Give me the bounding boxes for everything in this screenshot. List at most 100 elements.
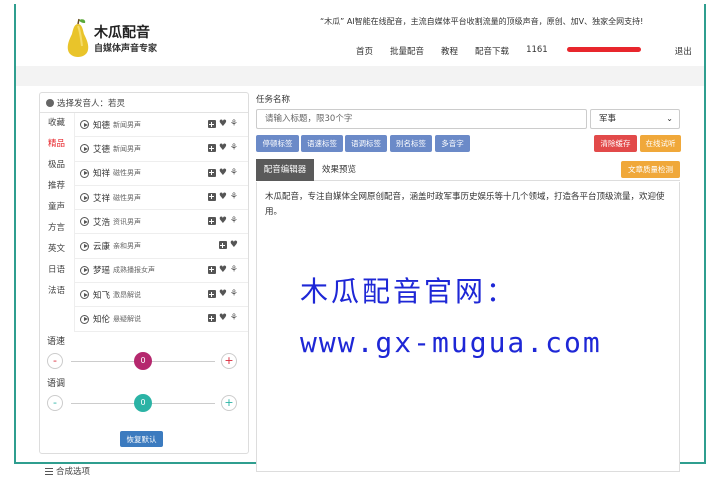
voice-item[interactable]: 知祥 磁性男声 ♥ ⚘ [75, 162, 248, 186]
title-input[interactable] [256, 109, 587, 129]
add-icon[interactable] [207, 290, 216, 299]
editor-tabs: 配音编辑器 效果预览 文章质量检测 [256, 159, 680, 181]
voice-name: 梦瑶 [93, 266, 111, 277]
sprout-icon[interactable]: ⚘ [230, 144, 238, 153]
brand-subtitle: 自媒体声音专家 [94, 44, 158, 54]
voice-description: 激昂解说 [113, 290, 142, 299]
nav-tutorial[interactable]: 教程 [441, 45, 458, 57]
nav-home[interactable]: 首页 [356, 45, 373, 57]
category-japanese[interactable]: 日语 [40, 260, 73, 281]
add-icon[interactable] [207, 192, 216, 201]
sprout-icon[interactable]: ⚘ [230, 265, 238, 274]
add-icon[interactable] [207, 120, 216, 128]
add-icon[interactable] [207, 217, 216, 226]
pitch-knob[interactable]: 0 [134, 394, 152, 412]
play-icon[interactable] [80, 265, 89, 275]
category-premium[interactable]: 精品 [40, 134, 73, 155]
play-icon[interactable] [80, 241, 89, 251]
tone-tag-button[interactable]: 语调标签 [345, 135, 387, 152]
add-icon[interactable] [207, 314, 216, 323]
category-children[interactable]: 童声 [40, 197, 73, 218]
voice-item[interactable]: 艾德 新闻男声 ♥ ⚘ [75, 137, 248, 162]
play-icon[interactable] [80, 314, 89, 324]
genre-select[interactable]: 军事 ⌄ [590, 109, 680, 129]
sprout-icon[interactable]: ⚘ [230, 120, 238, 129]
voice-item[interactable]: 知德 新闻男声 ♥ ⚘ [75, 113, 248, 138]
speed-tag-button[interactable]: 语速标签 [301, 135, 343, 152]
sprout-icon[interactable]: ⚘ [230, 217, 238, 226]
heart-icon[interactable]: ♥ [219, 144, 227, 153]
play-icon[interactable] [80, 217, 89, 227]
category-french[interactable]: 法语 [40, 281, 73, 302]
voice-actions: ♥ ⚘ [207, 290, 238, 299]
play-icon[interactable] [80, 290, 89, 300]
synthesis-options-toggle[interactable]: 合成选项 [45, 465, 90, 477]
heart-icon[interactable]: ♥ [230, 241, 238, 250]
add-icon[interactable] [207, 265, 216, 274]
redaction-mark [566, 47, 641, 52]
category-top[interactable]: 极品 [40, 155, 73, 176]
editor-content[interactable]: 木瓜配音，专注自媒体全网原创配音，涵盖时政军事历史娱乐等十几个领域，打造各平台顶… [265, 190, 673, 220]
voice-description: 成熟播报女声 [113, 266, 156, 275]
heart-icon[interactable]: ♥ [219, 314, 227, 323]
sprout-icon[interactable]: ⚘ [230, 168, 238, 177]
user-id-prefix: 1161 [526, 45, 548, 55]
polyphone-button[interactable]: 多音字 [435, 135, 470, 152]
add-icon[interactable] [218, 241, 227, 250]
voice-name: 知德 [93, 120, 111, 131]
speed-slider[interactable]: - 0 + [47, 351, 239, 371]
reset-default-button[interactable]: 恢复默认 [120, 431, 163, 447]
heart-icon[interactable]: ♥ [219, 265, 227, 274]
play-icon[interactable] [80, 144, 89, 154]
alias-tag-button[interactable]: 别名标签 [390, 135, 432, 152]
voice-item[interactable]: 云康 亲和男声 ♥ [75, 234, 248, 259]
play-icon[interactable] [80, 193, 89, 203]
voice-item[interactable]: 知飞 激昂解说 ♥ ⚘ [75, 283, 248, 308]
play-icon[interactable] [80, 120, 89, 130]
category-english[interactable]: 英文 [40, 239, 73, 260]
tab-preview[interactable]: 效果预览 [314, 159, 364, 181]
tab-editor[interactable]: 配音编辑器 [256, 159, 314, 181]
nav-batch-dubbing[interactable]: 批量配音 [390, 45, 424, 57]
category-dialect[interactable]: 方言 [40, 218, 73, 239]
sprout-icon[interactable]: ⚘ [230, 290, 238, 299]
heart-icon[interactable]: ♥ [219, 120, 227, 129]
pitch-slider[interactable]: - 0 + [47, 393, 239, 413]
heart-icon[interactable]: ♥ [219, 217, 227, 226]
voice-description: 新闻男声 [113, 144, 142, 153]
voice-item[interactable]: 艾祥 磁性男声 ♥ ⚘ [75, 186, 248, 211]
voice-item[interactable]: 梦瑶 成熟播报女声 ♥ ⚘ [75, 259, 248, 284]
voice-actions: ♥ ⚘ [207, 314, 238, 323]
quality-check-button[interactable]: 文章质量检测 [621, 161, 680, 178]
add-icon[interactable] [207, 168, 216, 177]
nav-download[interactable]: 配音下载 [475, 45, 509, 57]
voice-actions: ♥ ⚘ [207, 265, 238, 274]
heart-icon[interactable]: ♥ [219, 168, 227, 177]
pitch-increase-button[interactable]: + [221, 395, 237, 411]
dubbing-editor[interactable]: 木瓜配音，专注自媒体全网原创配音，涵盖时政军事历史娱乐等十几个领域，打造各平台顶… [256, 182, 680, 472]
pitch-decrease-button[interactable]: - [47, 395, 63, 411]
header-divider-band [16, 66, 704, 86]
play-icon[interactable] [80, 168, 89, 178]
papaya-logo-icon[interactable] [64, 18, 92, 58]
category-favorites[interactable]: 收藏 [40, 113, 73, 134]
nav-user-account[interactable]: 1161 [526, 45, 658, 57]
pause-tag-button[interactable]: 停顿标签 [256, 135, 299, 152]
category-recommended[interactable]: 推荐 [40, 176, 73, 197]
nav-logout[interactable]: 退出 [675, 45, 692, 57]
speed-decrease-button[interactable]: - [47, 353, 63, 369]
sprout-icon[interactable]: ⚘ [230, 192, 238, 201]
speed-increase-button[interactable]: + [221, 353, 237, 369]
voice-item[interactable]: 艾浩 资讯男声 ♥ ⚘ [75, 210, 248, 235]
voice-item[interactable]: 知伦 悬疑解说 ♥ ⚘ [75, 307, 248, 332]
speed-knob[interactable]: 0 [134, 352, 152, 370]
heart-icon[interactable]: ♥ [219, 290, 227, 299]
online-listen-button[interactable]: 在线试听 [640, 135, 681, 152]
voice-list: 知德 新闻男声 ♥ ⚘ 艾德 新闻男声 ♥ ⚘ 知祥 磁性男声 ♥ ⚘ 艾祥 磁性男声 ♥ ⚘ 艾浩 资讯男声 ♥ ⚘… [74, 113, 248, 332]
clear-cache-button[interactable]: 清除缓存 [594, 135, 637, 152]
heart-icon[interactable]: ♥ [219, 192, 227, 201]
add-icon[interactable] [207, 144, 216, 153]
sprout-icon[interactable]: ⚘ [230, 314, 238, 323]
brand-name: 木瓜配音 [94, 25, 150, 41]
voice-name: 知祥 [93, 169, 111, 180]
